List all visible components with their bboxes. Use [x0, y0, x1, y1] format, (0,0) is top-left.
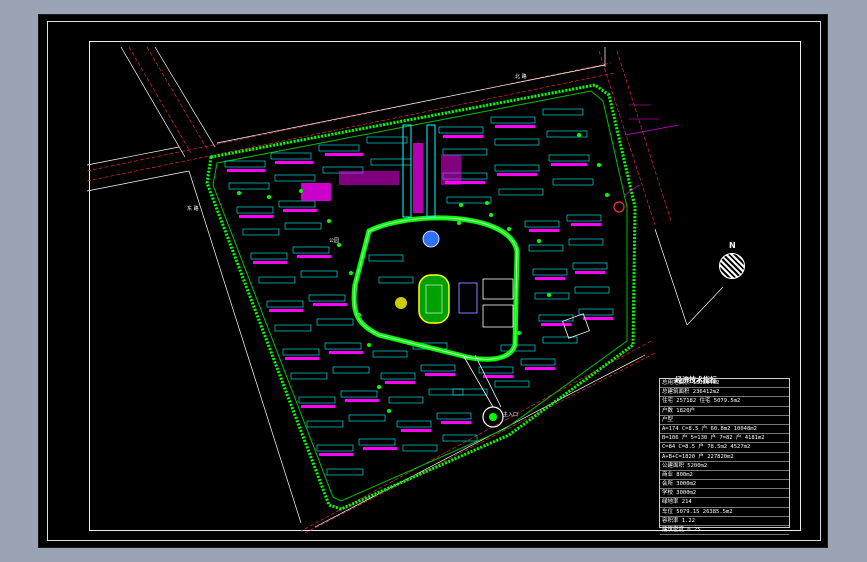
table-row: 车位 5079.15 26385.5m2 — [660, 508, 789, 517]
table-row: 公建面积 5200m2 — [660, 462, 789, 471]
table-row: 会所 3000m2 — [660, 480, 789, 490]
road-lines — [86, 46, 672, 534]
road-label-north: 北 路 — [515, 74, 527, 80]
entrance-label: 主入口 — [503, 412, 519, 418]
north-label: N — [729, 241, 736, 250]
table-row: 学校 3000m2 — [660, 489, 789, 499]
road-edges — [86, 46, 724, 528]
cad-viewport[interactable]: N 东 路 北 路 主入口 公园 经济技术指标 总用地面积 183814m2 总… — [38, 14, 828, 548]
table-row: C=84 C=8.5 户 78.5m2 4527m2 — [660, 443, 789, 453]
park-label: 公园 — [329, 238, 340, 244]
table-row: 绿地率 214 — [660, 498, 789, 508]
table-row: 住宅 257182 住宅 5079.5m2 — [660, 397, 789, 407]
annotation-leaders — [624, 104, 680, 196]
table-row: 户数 1820户 — [660, 407, 789, 416]
north-arrow-icon — [719, 253, 745, 279]
table-row: 总建筑面积 236412m2 — [660, 388, 789, 398]
table-row: 商业 800m2 — [660, 471, 789, 481]
table-row: A=174 C=8.5 户 60.8m2 10048m2 — [660, 425, 789, 435]
technical-indicators-table: 总用地面积 183814m2 总建筑面积 236412m2 住宅 257182 … — [659, 378, 790, 536]
table-row: 户型 — [660, 416, 789, 425]
table-row: 总用地面积 183814m2 — [660, 379, 789, 389]
table-row: A+B+C=1820 户 227820m2 — [660, 453, 789, 462]
table-row: B=106 户 5=130 户 7=82 户 4181m2 — [660, 434, 789, 444]
road-label-west: 东 路 — [187, 206, 199, 212]
table-row: 容积率 1.22 — [660, 517, 789, 526]
table-row: 建筑密度 0.25 — [660, 526, 789, 536]
